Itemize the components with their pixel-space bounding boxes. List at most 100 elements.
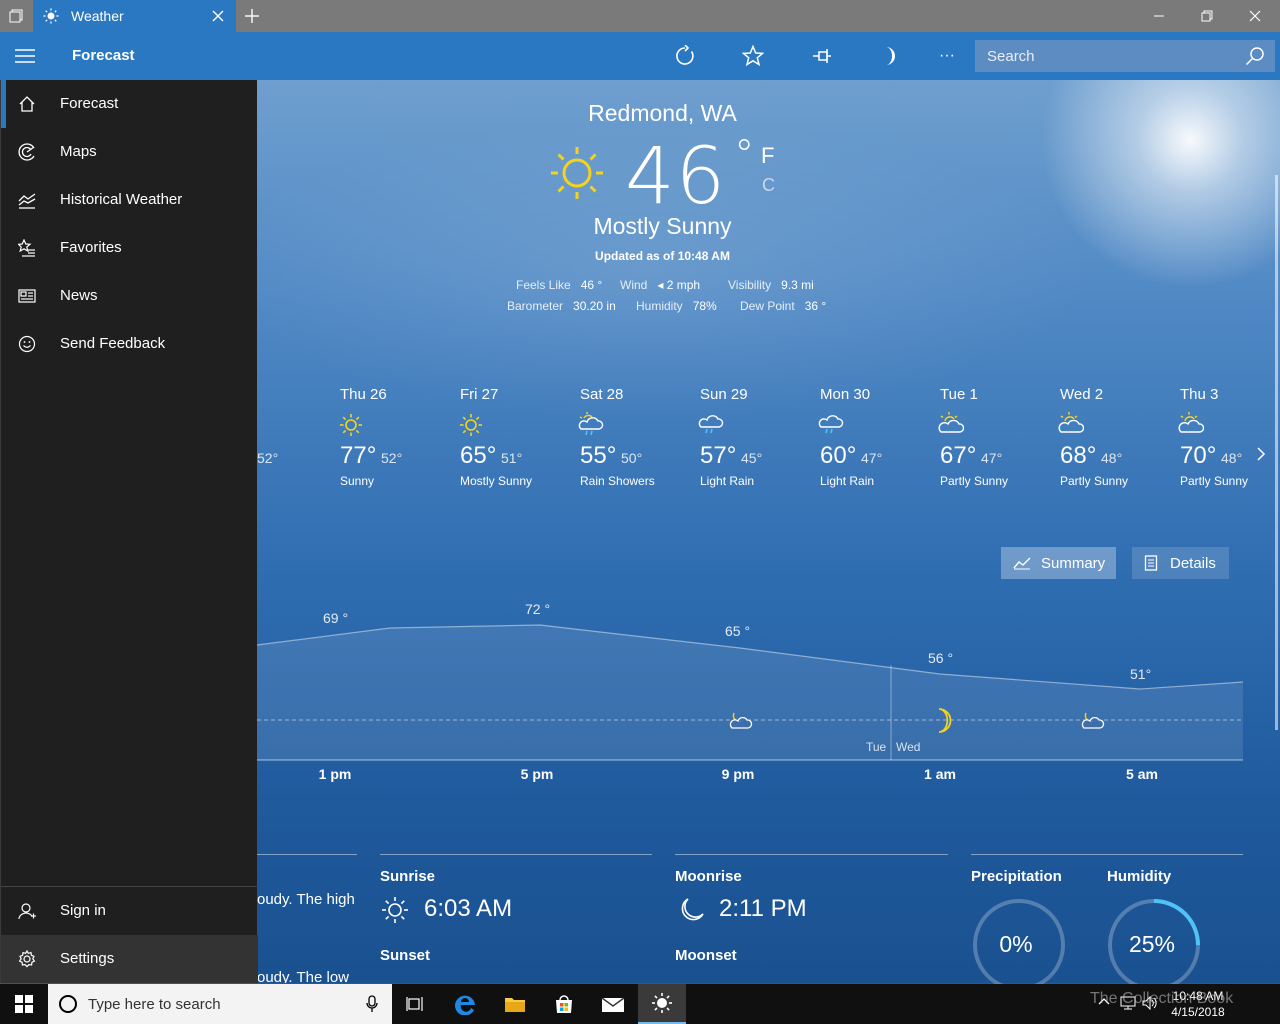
nav-label: Favorites: [60, 239, 122, 256]
detail-humidity: Humidity 78%: [636, 299, 717, 313]
restore-button[interactable]: [1184, 0, 1230, 32]
unit-fahrenheit-toggle[interactable]: F: [761, 143, 774, 169]
sunrise-icon: [382, 897, 408, 923]
moonset-label: Moonset: [675, 947, 737, 964]
rain-sun-icon: [578, 412, 604, 438]
daily-forecast-item[interactable]: Tue 1 67° 47° Partly Sunny: [938, 386, 1058, 496]
sunrise-time: 6:03 AM: [424, 895, 513, 922]
detail-barometer: Barometer 30.20 in: [507, 299, 616, 313]
file-explorer-icon[interactable]: [491, 984, 539, 1024]
day-condition: Light Rain: [700, 474, 755, 488]
moon-icon[interactable]: [877, 44, 901, 68]
task-view-icon[interactable]: [392, 984, 440, 1024]
hourly-temp-label: 65 °: [725, 623, 750, 639]
day-name: Thu 3: [1180, 386, 1219, 403]
tab-weather[interactable]: Weather: [33, 0, 236, 32]
line-chart-icon: [1013, 557, 1031, 570]
nav-item-forecast[interactable]: Forecast: [1, 80, 258, 128]
summary-label: Summary: [1041, 554, 1106, 572]
moonrise-label: Moonrise: [675, 868, 742, 885]
nav-item-settings[interactable]: Settings: [1, 935, 258, 983]
daily-forecast-item[interactable]: Wed 2 68° 48° Partly Sunny: [1058, 386, 1178, 496]
low-temp: 52°: [381, 450, 403, 466]
home-icon: [17, 94, 37, 114]
sunset-label: Sunset: [380, 947, 431, 964]
day-condition: Sunny: [340, 474, 375, 488]
hourly-temp-label: 56 °: [928, 650, 953, 666]
close-button[interactable]: [1232, 0, 1278, 32]
day-summary-text: oudy. The high: [257, 891, 355, 908]
tab-overview-icon[interactable]: [0, 0, 32, 32]
microphone-icon[interactable]: [366, 995, 378, 1013]
new-tab-icon[interactable]: [244, 8, 260, 24]
low-temp: 48°: [1221, 450, 1243, 466]
edge-browser-icon[interactable]: [442, 984, 490, 1024]
nav-item-sign-in[interactable]: Sign in: [1, 887, 258, 935]
night-summary-text: oudy. The low: [257, 969, 349, 983]
summary-button[interactable]: Summary: [1001, 547, 1116, 579]
minimize-button[interactable]: [1136, 0, 1182, 32]
moonrise-time: 2:11 PM: [719, 895, 807, 922]
humidity-label: Humidity: [1107, 868, 1172, 885]
daily-forecast-item[interactable]: Thu 3 70° 48° Partly Sunny: [1178, 386, 1280, 496]
daily-forecast-item[interactable]: Sun 29 57° 45° Light Rain: [698, 386, 818, 496]
precipitation-value: 0%: [999, 931, 1033, 957]
day-name: Fri 27: [460, 386, 499, 403]
more-options-icon[interactable]: ···: [935, 44, 959, 68]
search-box[interactable]: [975, 40, 1275, 72]
sun-icon: [458, 412, 484, 438]
unit-celsius-toggle[interactable]: C: [762, 175, 775, 196]
hourly-temp-label: 72 °: [525, 601, 550, 617]
low-temp: 47°: [861, 450, 883, 466]
low-temp: 51°: [501, 450, 523, 466]
nav-item-favorites[interactable]: Favorites: [1, 224, 258, 272]
smiley-icon: [17, 334, 37, 354]
taskbar-search-box[interactable]: Type here to search: [48, 984, 392, 1024]
weather-app-icon[interactable]: [638, 984, 686, 1024]
daily-forecast-item[interactable]: Fri 27 65° 51° Mostly Sunny: [458, 386, 578, 496]
humidity-value: 25%: [1128, 931, 1176, 957]
search-input[interactable]: [987, 47, 1237, 65]
nav-item-maps[interactable]: Maps: [1, 128, 258, 176]
search-icon[interactable]: [1245, 46, 1265, 66]
windows-start-icon[interactable]: [0, 984, 48, 1024]
high-temp: 77°: [340, 442, 377, 469]
detail-feels-like: Feels Like 46 °: [516, 278, 602, 292]
tab-title: Weather: [71, 8, 124, 24]
title-bar: Weather: [0, 0, 1280, 32]
precipitation-label: Precipitation: [971, 868, 1062, 885]
mail-icon[interactable]: [589, 984, 637, 1024]
page-title: Forecast: [72, 47, 135, 64]
daily-forecast-item[interactable]: Mon 30 60° 47° Light Rain: [818, 386, 938, 496]
star-icon[interactable]: [741, 44, 765, 68]
daily-forecast-item[interactable]: Sat 28 55° 50° Rain Showers: [578, 386, 698, 496]
nav-item-news[interactable]: News: [1, 272, 258, 320]
close-tab-icon[interactable]: [210, 8, 226, 24]
divider: [675, 854, 948, 855]
detail-key: Humidity: [636, 299, 683, 313]
day-name: Thu 26: [340, 386, 387, 403]
watermark-text: The Collection Book: [1090, 990, 1234, 1007]
day-name: Wed 2: [1060, 386, 1104, 403]
cortana-icon: [59, 995, 77, 1013]
detail-key: Visibility: [728, 278, 772, 292]
day-condition: Rain Showers: [580, 474, 655, 488]
partly-sunny-icon: [938, 412, 964, 438]
high-temp: 55°: [580, 442, 617, 469]
pin-icon[interactable]: [810, 44, 834, 68]
nav-label: Sign in: [60, 902, 106, 919]
day-name: Sat 28: [580, 386, 624, 403]
chevron-right-icon[interactable]: [1255, 446, 1267, 462]
nav-item-historical-weather[interactable]: Historical Weather: [1, 176, 258, 224]
partly-sunny-icon: [1178, 412, 1204, 438]
sunrise-label: Sunrise: [380, 868, 436, 885]
person-icon: [17, 901, 37, 921]
gear-icon: [17, 949, 37, 969]
daily-forecast-item[interactable]: Thu 26 77° 52° Sunny: [338, 386, 458, 496]
hamburger-menu-icon[interactable]: [0, 32, 50, 80]
detail-value: 9.3 mi: [781, 278, 814, 292]
nav-item-send-feedback[interactable]: Send Feedback: [1, 320, 258, 368]
details-button[interactable]: Details: [1132, 547, 1229, 579]
refresh-icon[interactable]: [673, 44, 697, 68]
store-icon[interactable]: [540, 984, 588, 1024]
